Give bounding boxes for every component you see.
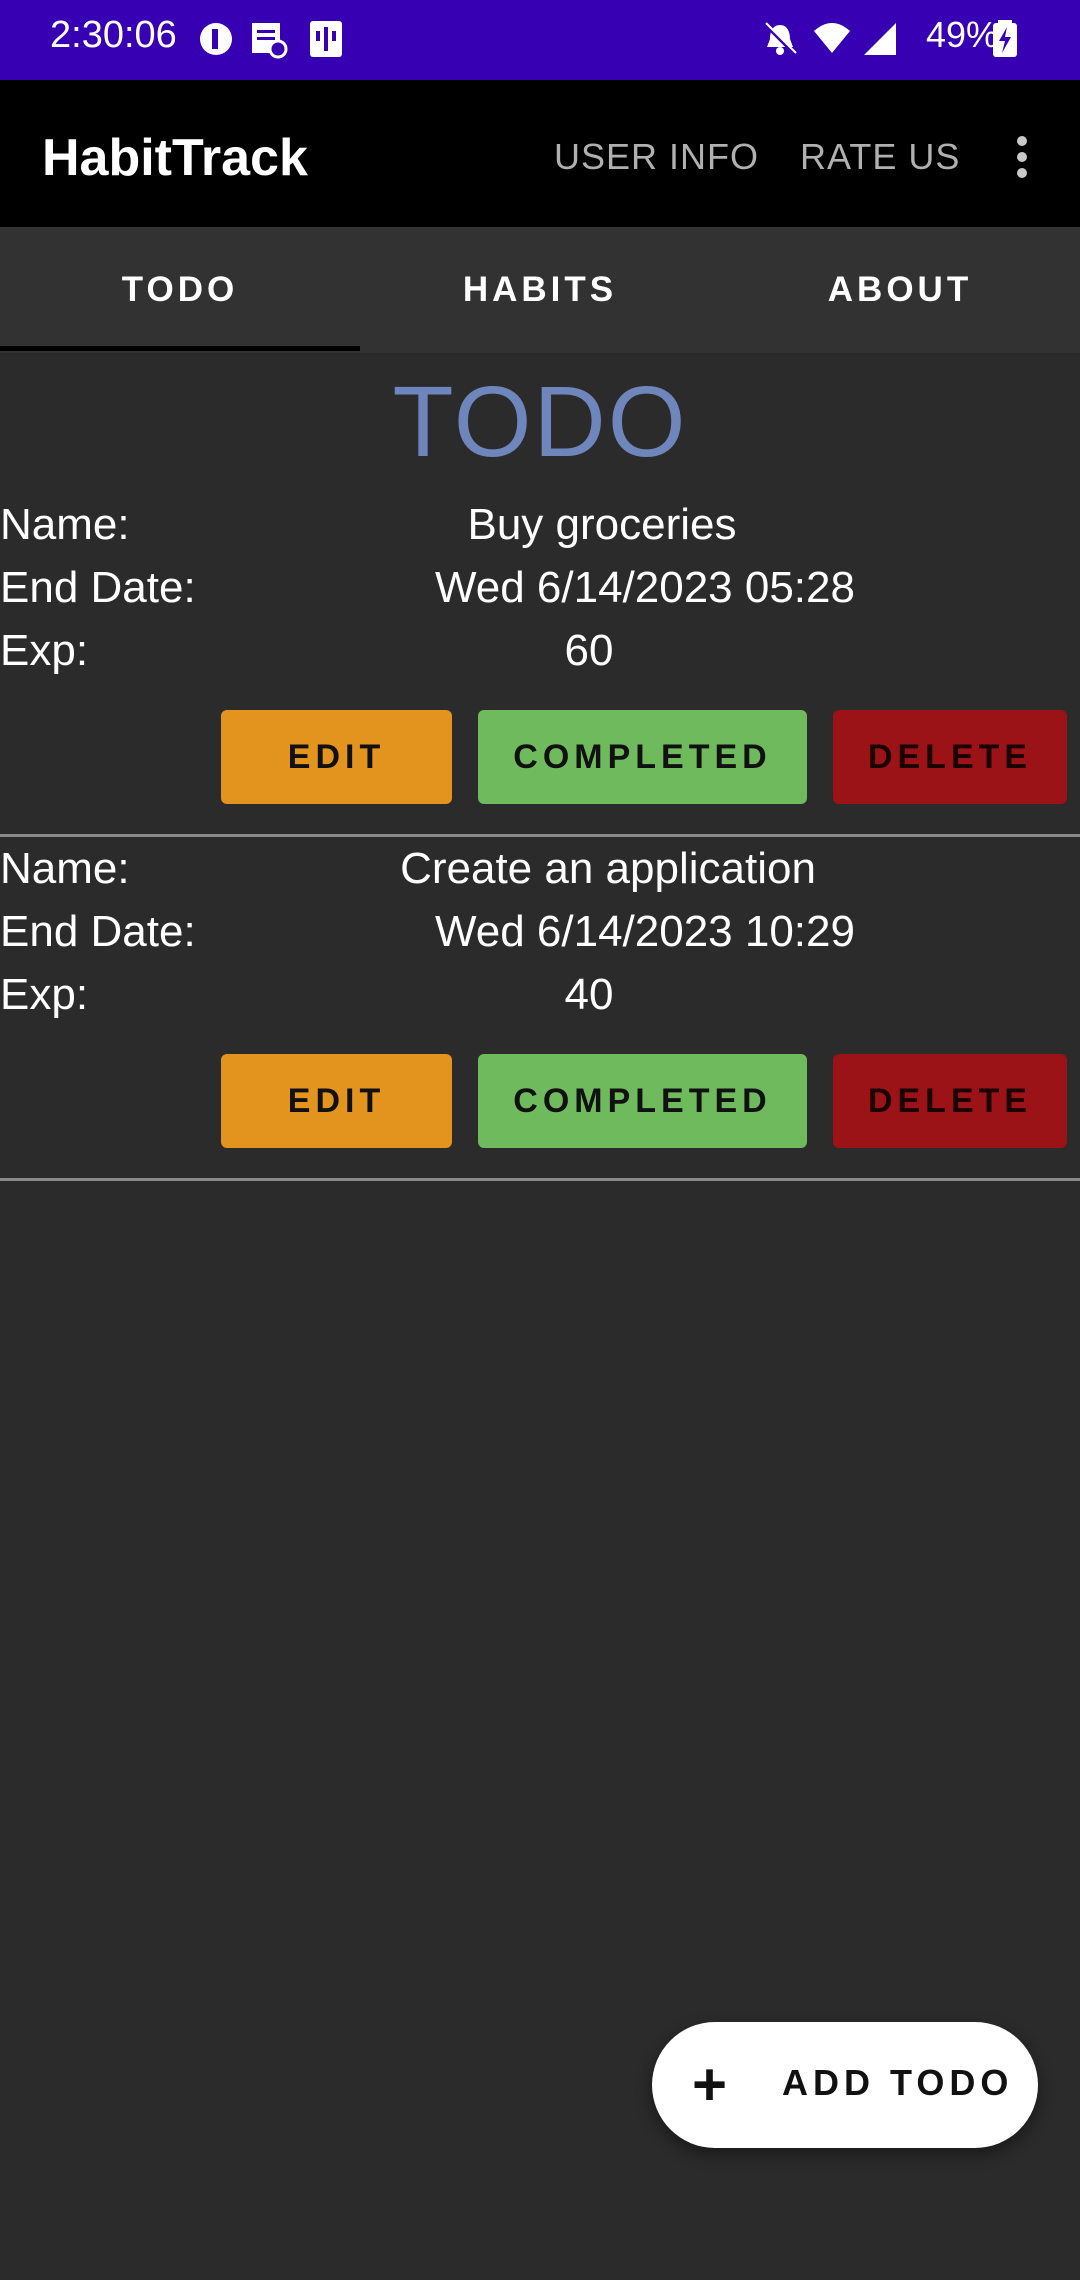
app-bar: HabitTrack USER INFO RATE US: [0, 80, 1080, 227]
document-check-icon: [252, 23, 288, 59]
more-vertical-icon[interactable]: [1010, 130, 1034, 190]
tab-todo[interactable]: TODO: [0, 227, 360, 353]
exp-label: Exp:: [0, 626, 89, 675]
divider: [0, 1178, 1080, 1181]
completed-button[interactable]: COMPLETED: [478, 710, 807, 804]
tab-habits[interactable]: HABITS: [360, 227, 720, 353]
section-title: TODO: [392, 366, 688, 478]
tab-about[interactable]: ABOUT: [720, 227, 1080, 353]
tab-bar: TODO HABITS ABOUT: [0, 227, 1080, 353]
name-label: Name:: [0, 500, 130, 549]
todo-name: Create an application: [400, 844, 816, 893]
wifi-icon: [814, 23, 850, 53]
todo-exp: 40: [564, 970, 614, 1019]
tab-indicator: [0, 346, 360, 351]
end-date-label: End Date:: [0, 907, 196, 956]
name-label: Name:: [0, 844, 130, 893]
add-todo-label: ADD TODO: [782, 2062, 1014, 2103]
delete-button[interactable]: DELETE: [833, 710, 1067, 804]
edit-button[interactable]: EDIT: [221, 710, 452, 804]
signal-icon: [864, 23, 896, 55]
status-bar: 2:30:06 49%: [0, 0, 1080, 80]
delete-button[interactable]: DELETE: [833, 1054, 1067, 1148]
bell-off-icon: [764, 22, 797, 55]
todo-end-date: Wed 6/14/2023 05:28: [435, 563, 855, 612]
battery-charging-icon: [993, 20, 1017, 57]
exp-label: Exp:: [0, 970, 89, 1019]
rate-us-button[interactable]: RATE US: [800, 136, 960, 178]
todo-exp: 60: [564, 626, 614, 675]
todo-name: Buy groceries: [467, 500, 737, 549]
usb-icon: [310, 21, 342, 57]
end-date-label: End Date:: [0, 563, 196, 612]
app-title: HabitTrack: [42, 129, 308, 187]
todo-end-date: Wed 6/14/2023 10:29: [435, 907, 855, 956]
completed-button[interactable]: COMPLETED: [478, 1054, 807, 1148]
status-time: 2:30:06: [50, 14, 177, 56]
divider: [0, 834, 1080, 837]
edit-button[interactable]: EDIT: [221, 1054, 452, 1148]
user-info-button[interactable]: USER INFO: [554, 136, 759, 178]
circle-status-icon: [200, 23, 232, 55]
battery-percent: 49%: [925, 14, 998, 55]
add-todo-button[interactable]: + ADD TODO: [652, 2022, 1038, 2148]
plus-icon: +: [692, 2051, 728, 2118]
